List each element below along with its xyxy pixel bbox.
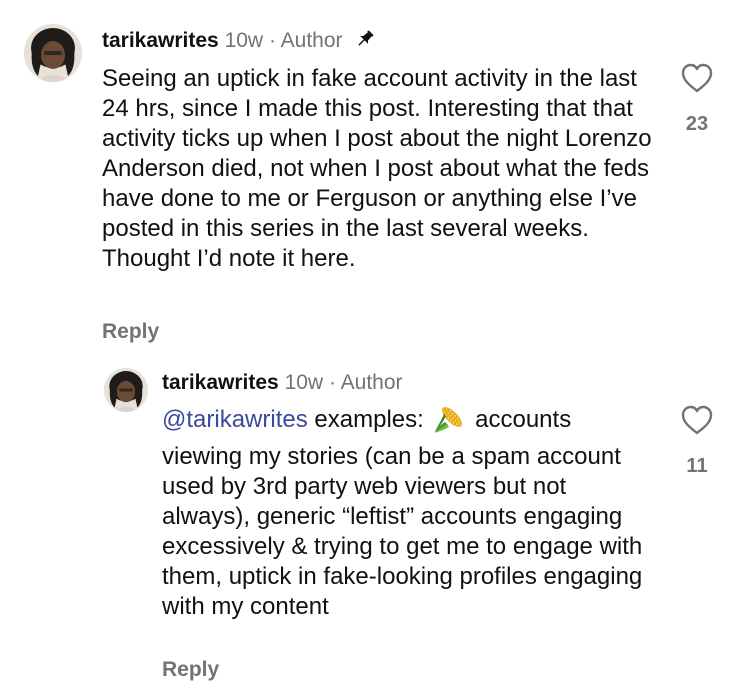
username[interactable]: tarikawrites: [162, 371, 279, 394]
mention-link[interactable]: @tarikawrites: [162, 406, 308, 433]
pin-icon: [354, 28, 376, 57]
timestamp: 10w: [224, 29, 264, 52]
comment-text: Seeing an uptick in fake account activit…: [102, 65, 652, 272]
like-count: 11: [686, 455, 708, 477]
avatar[interactable]: [24, 24, 82, 82]
comment-header: tarikawrites 10w · Author: [102, 28, 376, 57]
comment-thread-item: tarikawrites 10w · Author Seeing an upti…: [0, 0, 750, 360]
comment-header: tarikawrites 10w · Author: [162, 370, 403, 396]
author-badge: Author: [340, 371, 403, 394]
like-control: 11: [672, 404, 722, 478]
reply-button[interactable]: Reply: [102, 320, 159, 344]
avatar[interactable]: [104, 368, 148, 412]
avatar-image: [104, 368, 148, 412]
like-count: 23: [685, 113, 709, 135]
meta-separator: ·: [268, 29, 276, 52]
username[interactable]: tarikawrites: [102, 29, 219, 52]
meta-separator: ·: [328, 371, 336, 394]
heart-outline-icon[interactable]: [672, 62, 722, 99]
timestamp: 10w: [284, 371, 324, 394]
heart-outline-icon[interactable]: [672, 404, 722, 441]
comment-text-part: accounts viewing my stories (can be a sp…: [162, 406, 643, 620]
like-control: 23: [672, 62, 722, 136]
corn-emoji-icon: [432, 404, 466, 442]
comment-reply-item: tarikawrites 10w · Author @tarikawrites …: [0, 360, 750, 694]
reply-button[interactable]: Reply: [162, 658, 219, 682]
comment-text-part: examples:: [314, 406, 424, 433]
avatar-image: [24, 24, 82, 82]
comment-text: @tarikawrites examples: accounts viewing…: [162, 404, 652, 622]
author-badge: Author: [280, 29, 343, 52]
